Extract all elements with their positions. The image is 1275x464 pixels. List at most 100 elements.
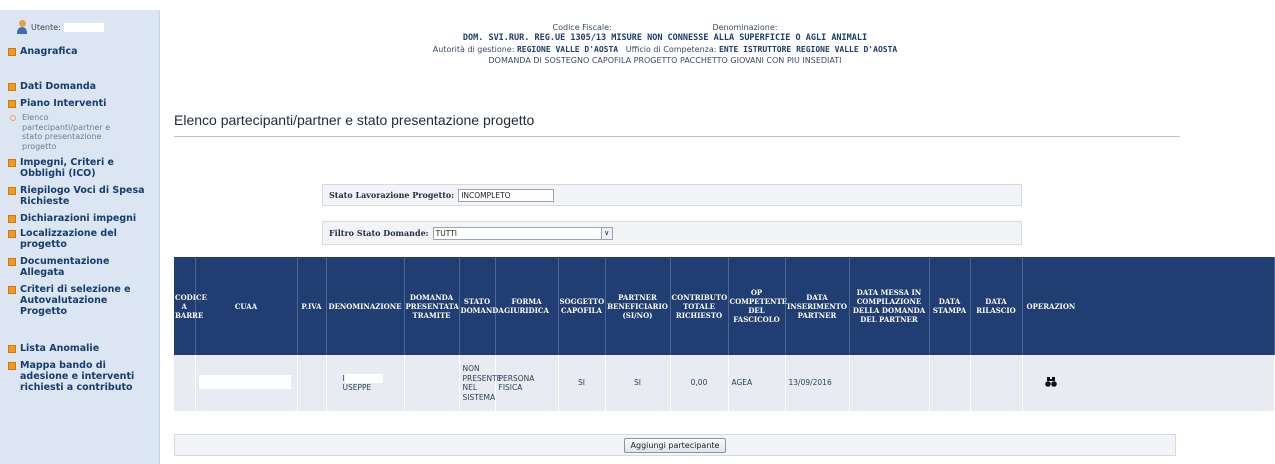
col-header-domanda-presentata: DOMANDA PRESENTATA TRAMITE [404, 257, 460, 355]
col-header-denominazione: DENOMINAZIONE [326, 257, 405, 355]
partner-table: CODICE A BARRE CUAA P.IVA DENOMINAZIONE … [174, 257, 1275, 411]
add-partecipante-panel: Aggiungi partecipante [174, 434, 1176, 456]
measure-title: DOM. SVI.RUR. REG.UE 1305/13 MISURE NON … [462, 33, 868, 43]
col-header-data-messa-compilazione: DATA MESSA IN COMPILAZIONE DELLA DOMANDA… [849, 257, 930, 355]
header-line-authority: Autorità di gestione: REGIONE VALLE D'AO… [170, 44, 1160, 55]
sidebar-item-localizzazione[interactable]: Localizzazione del progetto [6, 228, 153, 250]
cell-piva [297, 355, 327, 411]
autorita-value: REGIONE VALLE D'AOSTA [516, 45, 619, 54]
sidebar: Utente: Anagrafica Dati Domanda Piano In… [0, 10, 160, 464]
codice-fiscale-redacted [614, 23, 703, 32]
col-header-partner-beneficiario: PARTNER BENEFICIARIO (SI/NO) [605, 257, 671, 355]
sidebar-item-elenco-partecipanti[interactable]: Elenco partecipanti/partner e stato pres… [6, 113, 116, 151]
cell-codice-a-barre [174, 355, 196, 411]
stato-lavorazione-field: INCOMPLETO [458, 188, 555, 202]
sidebar-item-anagrafica[interactable]: Anagrafica [6, 46, 153, 57]
cell-data-messa-compilazione [849, 355, 930, 411]
sidebar-item-label: Piano Interventi [20, 98, 107, 109]
sidebar-item-riepilogo-voci[interactable]: Riepilogo Voci di Spesa Richieste [6, 185, 153, 207]
autorita-label: Autorità di gestione: [432, 45, 515, 54]
binoculars-icon[interactable] [1044, 376, 1057, 387]
sidebar-item-label: Impegni, Criteri e Obblighi (ICO) [20, 157, 115, 179]
sidebar-item-label: Anagrafica [20, 46, 78, 57]
sidebar-item-label: Lista Anomalie [20, 343, 100, 354]
domanda-type: DOMANDA DI SOSTEGNO CAPOFILA PROGETTO PA… [488, 56, 842, 65]
cell-data-stampa [929, 355, 971, 411]
sidebar-item-label: Localizzazione del progetto [20, 228, 117, 250]
cell-op-competente: AGEA [728, 355, 786, 411]
bullet-icon [8, 187, 16, 195]
user-label: Utente: [31, 22, 61, 32]
col-header-data-inserimento: DATA INSERIMENTO PARTNER [785, 257, 850, 355]
cuaa-redacted [198, 374, 291, 389]
sidebar-item-lista-anomalie[interactable]: Lista Anomalie [6, 343, 153, 354]
sidebar-item-label: Dati Domanda [20, 81, 97, 92]
user-icon [16, 20, 28, 34]
sidebar-item-label: Dichiarazioni impegni [20, 213, 137, 224]
filtro-stato-value: TUTTI [435, 228, 457, 238]
bullet-icon [8, 100, 16, 108]
sidebar-item-label: Riepilogo Voci di Spesa Richieste [20, 185, 145, 207]
table-row: IUSEPPE NON PRESENTE NEL SISTEMA PERSONA… [174, 355, 1275, 411]
bullet-icon [8, 230, 16, 238]
bullet-icon [8, 159, 16, 167]
table-header-row: CODICE A BARRE CUAA P.IVA DENOMINAZIONE … [174, 257, 1275, 355]
sidebar-item-label: Mappa bando di adesione e interventi ric… [20, 360, 135, 393]
domanda-header: Codice Fiscale: Denominazione: DOM. SVI.… [170, 22, 1160, 66]
bullet-icon [8, 48, 16, 56]
sidebar-item-label: Elenco partecipanti/partner e stato pres… [22, 113, 111, 151]
bullet-icon [8, 258, 16, 266]
chevron-down-icon[interactable]: ∨ [600, 227, 612, 239]
title-divider [174, 136, 1180, 137]
sidebar-item-label: Documentazione Allegata [20, 256, 110, 278]
col-header-op-competente: OP COMPETENTE DEL FASCICOLO [728, 257, 787, 355]
cell-domanda-presentata [404, 355, 460, 411]
col-header-stato-domanda: STATO DOMANDA [459, 257, 504, 355]
cell-contributo: 0,00 [670, 355, 729, 411]
sidebar-item-label: Criteri di selezione e Autovalutazione P… [20, 284, 131, 317]
sidebar-item-documentazione[interactable]: Documentazione Allegata [6, 256, 153, 278]
user-name-redacted [63, 22, 104, 32]
cell-cuaa [195, 355, 298, 411]
sidebar-item-impegni-criteri[interactable]: Impegni, Criteri e Obblighi (ICO) [6, 157, 153, 179]
bullet-icon [8, 83, 16, 91]
col-header-data-stampa: DATA STAMPA [929, 257, 971, 355]
cell-soggetto-capofila: SI [558, 355, 606, 411]
stato-lavorazione-panel: Stato Lavorazione Progetto: INCOMPLETO [322, 184, 1022, 206]
cell-denominazione: IUSEPPE [326, 355, 405, 411]
denominazione-redacted [344, 374, 383, 383]
bullet-icon [8, 362, 16, 370]
col-header-codice-a-barre: CODICE A BARRE [174, 257, 207, 355]
cell-data-inserimento: 13/09/2016 [785, 355, 850, 411]
sidebar-item-criteri-selezione[interactable]: Criteri di selezione e Autovalutazione P… [6, 284, 153, 317]
codice-fiscale-label: Codice Fiscale: [552, 23, 612, 32]
cell-data-rilascio [970, 355, 1023, 411]
col-header-data-rilascio: DATA RILASCIO [970, 257, 1023, 355]
stato-lavorazione-label: Stato Lavorazione Progetto: [329, 190, 455, 200]
cell-partner-beneficiario: SI [605, 355, 671, 411]
add-partecipante-button[interactable]: Aggiungi partecipante [623, 437, 727, 453]
denominazione-suffix: USEPPE [342, 383, 372, 392]
filtro-stato-panel: Filtro Stato Domande: TUTTI ∨ [322, 221, 1022, 245]
user-info: Utente: [16, 16, 153, 38]
cell-forma-giuridica: PERSONA FISICA [495, 355, 559, 411]
sidebar-item-dati-domanda[interactable]: Dati Domanda [6, 81, 153, 92]
denominazione-label: Denominazione: [712, 23, 778, 32]
header-line-fiscal: Codice Fiscale: Denominazione: [170, 22, 1160, 33]
filtro-stato-select[interactable]: TUTTI ∨ [432, 226, 613, 240]
sidebar-item-piano-interventi[interactable]: Piano Interventi [6, 98, 153, 109]
col-header-operazioni: OPERAZION [1022, 257, 1275, 355]
ufficio-value: ENTE ISTRUTTORE REGIONE VALLE D'AOSTA [719, 45, 898, 54]
page-title: Elenco partecipanti/partner e stato pres… [174, 112, 535, 128]
col-header-forma-giuridica: FORMA GIURIDICA [495, 257, 559, 355]
col-header-soggetto-capofila: SOGGETTO CAPOFILA [558, 257, 606, 355]
sidebar-item-dichiarazioni[interactable]: Dichiarazioni impegni [6, 213, 153, 224]
circle-bullet-icon [10, 115, 16, 121]
ufficio-label: Ufficio di Competenza: [625, 45, 717, 54]
cell-operazioni [1022, 355, 1275, 411]
cell-stato-domanda: NON PRESENTE NEL SISTEMA [459, 355, 501, 411]
bullet-icon [8, 215, 16, 223]
col-header-contributo: CONTRIBUTO TOTALE RICHIESTO [670, 257, 729, 355]
bullet-icon [8, 286, 16, 294]
sidebar-item-mappa-bando[interactable]: Mappa bando di adesione e interventi ric… [6, 360, 153, 393]
